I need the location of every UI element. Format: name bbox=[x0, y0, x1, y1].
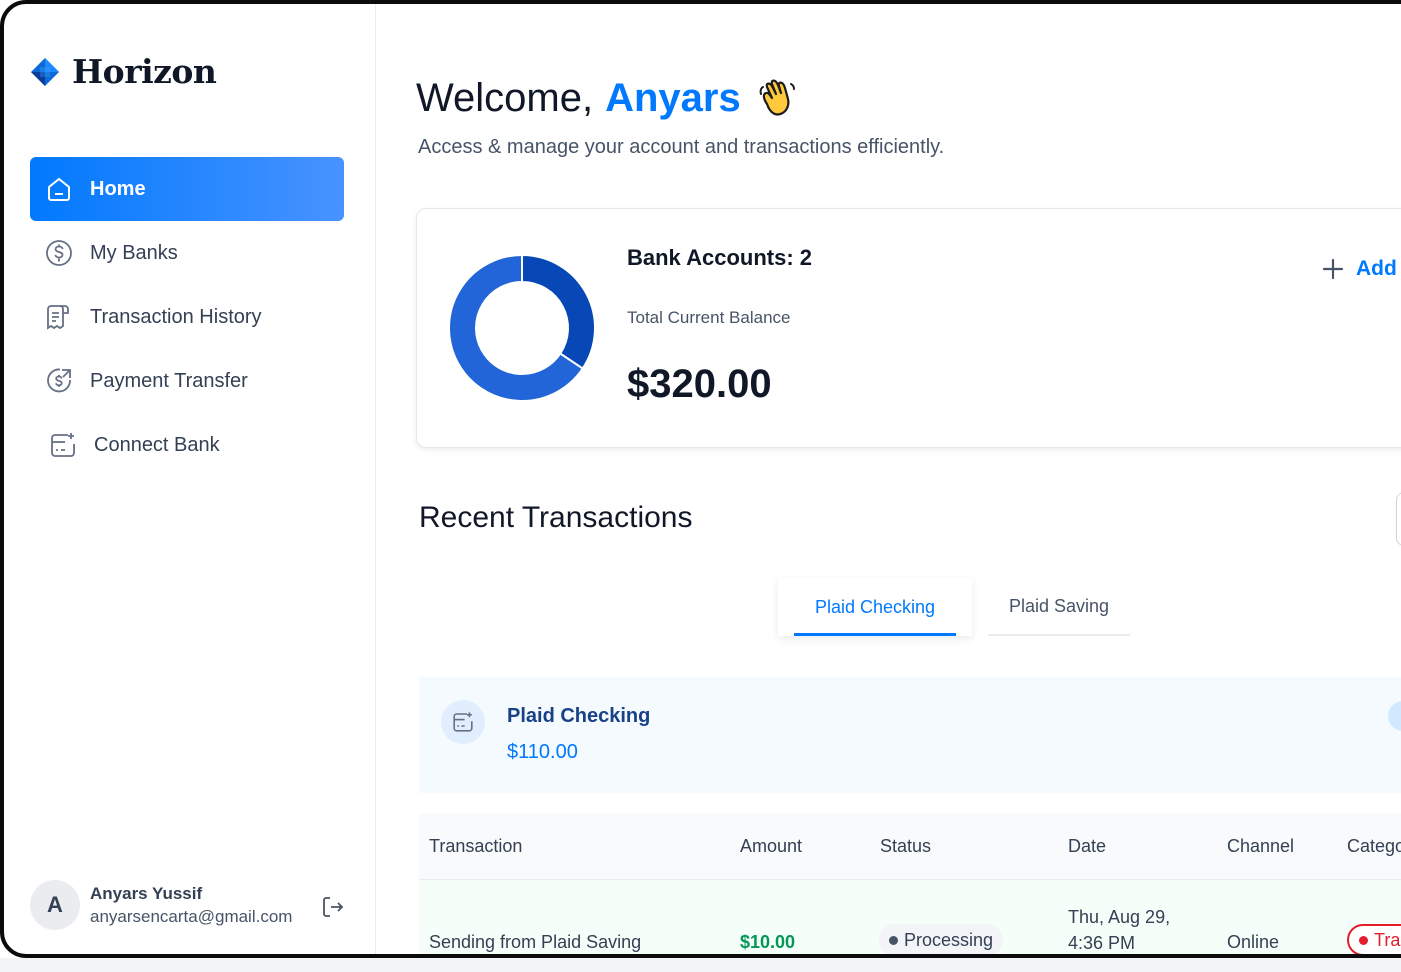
plus-icon bbox=[1322, 258, 1344, 280]
logo[interactable]: Horizon bbox=[30, 52, 217, 91]
account-type-badge bbox=[1388, 701, 1401, 731]
sidebar-item-home[interactable]: Home bbox=[30, 157, 344, 221]
bottom-scroll-area bbox=[0, 958, 1401, 972]
sidebar-item-label: Payment Transfer bbox=[90, 369, 248, 392]
donut-segment-0 bbox=[521, 253, 596, 370]
transaction-name: Sending from Plaid Saving bbox=[429, 932, 642, 952]
sidebar-item-connect-bank[interactable]: Connect Bank bbox=[30, 413, 344, 477]
transaction-channel: Online bbox=[1227, 932, 1280, 952]
bank-accounts-count: Bank Accounts: 2 bbox=[627, 245, 813, 270]
transactions-table-header: Transaction Amount Status Date Channel C… bbox=[419, 814, 1401, 880]
sidebar-item-my-banks[interactable]: My Banks bbox=[30, 221, 344, 285]
transaction-date: Thu, Aug 29, 4:36 PM bbox=[1068, 907, 1171, 953]
view-all-button[interactable] bbox=[1396, 492, 1401, 546]
status-dot bbox=[889, 935, 898, 945]
page-title: Welcome, Anyars bbox=[416, 74, 801, 122]
transaction-amount: $10.00 bbox=[740, 932, 796, 952]
column-header-date: Date bbox=[1068, 836, 1107, 856]
bank-info-card[interactable]: Plaid Checking $110.00 bbox=[419, 677, 1401, 793]
bank-tabs: Plaid Checking Plaid Saving bbox=[778, 578, 1130, 636]
total-balance-card: Bank Accounts: 2 Total Current Balance $… bbox=[416, 208, 1401, 448]
logo-text: Horizon bbox=[72, 52, 217, 91]
column-header-transaction: Transaction bbox=[429, 836, 523, 856]
user-profile: A Anyars Yussif anyarsencarta@gmail.com bbox=[30, 880, 350, 930]
tab-plaid-checking[interactable]: Plaid Checking bbox=[778, 578, 972, 636]
recent-transactions-title: Recent Transactions bbox=[419, 501, 693, 534]
table-row[interactable]: Sending from Plaid Saving $10.00 Process… bbox=[419, 880, 1401, 954]
sidebar-nav: Home My Banks Transaction History Paymen… bbox=[30, 157, 344, 477]
column-header-category: Category bbox=[1347, 836, 1401, 856]
avatar[interactable]: A bbox=[30, 880, 80, 930]
app-window: Horizon Home My Banks Transaction Histor… bbox=[0, 0, 1401, 958]
user-email: anyarsencarta@gmail.com bbox=[90, 906, 293, 926]
status-badge: Processing bbox=[879, 924, 1004, 954]
bank-balance: $110.00 bbox=[507, 741, 578, 763]
bank-name: Plaid Checking bbox=[507, 705, 651, 727]
sidebar: Horizon Home My Banks Transaction Histor… bbox=[4, 4, 376, 954]
tab-plaid-saving[interactable]: Plaid Saving bbox=[988, 578, 1130, 636]
column-header-channel: Channel bbox=[1227, 836, 1295, 856]
main-content: Welcome, Anyars Access & manage your acc… bbox=[376, 4, 1401, 954]
sidebar-item-label: Connect Bank bbox=[94, 433, 220, 456]
status-text: Processing bbox=[904, 929, 994, 950]
sidebar-item-label: Home bbox=[90, 177, 146, 200]
user-info: Anyars Yussif anyarsencarta@gmail.com bbox=[90, 884, 292, 927]
sidebar-item-transaction-history[interactable]: Transaction History bbox=[30, 285, 344, 349]
home-icon bbox=[48, 177, 70, 201]
category-badge: Transfer bbox=[1347, 924, 1401, 954]
user-first-name: Anyars bbox=[605, 75, 741, 120]
greeting-text: Welcome, bbox=[416, 75, 594, 120]
connect-bank-icon bbox=[453, 712, 473, 732]
receipt-icon bbox=[47, 305, 69, 330]
column-header-amount: Amount bbox=[740, 836, 803, 856]
add-bank-label: Add bbox=[1356, 257, 1397, 280]
total-balance-label: Total Current Balance bbox=[627, 308, 791, 327]
total-balance-amount: $320.00 bbox=[627, 362, 772, 406]
bank-avatar bbox=[441, 700, 485, 744]
sidebar-item-payment-transfer[interactable]: Payment Transfer bbox=[30, 349, 344, 413]
connect-bank-icon bbox=[51, 433, 75, 457]
category-dot bbox=[1359, 935, 1368, 945]
dollar-circle-icon bbox=[46, 240, 72, 266]
sidebar-item-label: My Banks bbox=[90, 241, 178, 264]
money-send-icon bbox=[47, 368, 71, 393]
balance-donut-chart bbox=[448, 253, 596, 402]
category-text: Transfer bbox=[1374, 929, 1401, 950]
logout-icon[interactable] bbox=[320, 894, 346, 920]
sidebar-item-label: Transaction History bbox=[90, 305, 262, 328]
column-header-status: Status bbox=[880, 836, 932, 856]
waving-hand-icon bbox=[759, 79, 795, 116]
user-name: Anyars Yussif bbox=[90, 883, 203, 903]
page-subtitle: Access & manage your account and transac… bbox=[418, 136, 945, 158]
add-bank-button[interactable]: Add bbox=[1322, 257, 1397, 281]
horizon-logo-icon bbox=[31, 57, 59, 86]
